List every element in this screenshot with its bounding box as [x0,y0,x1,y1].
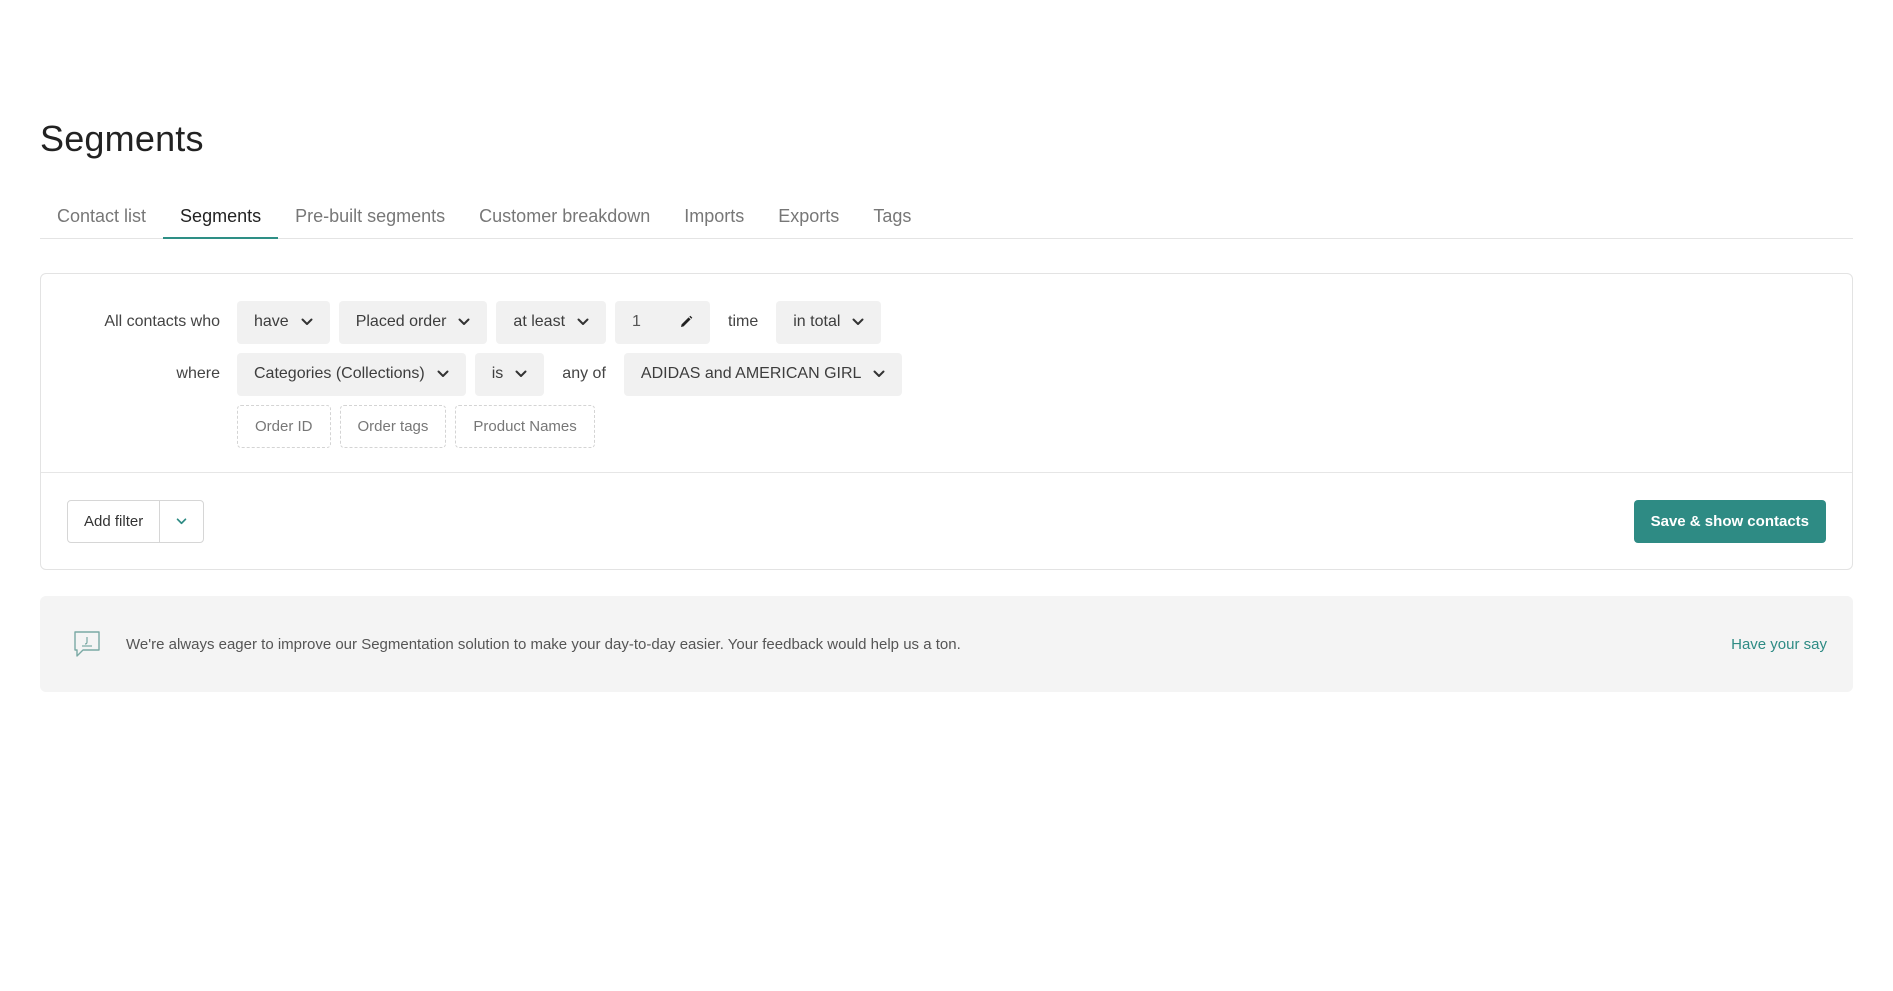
event-select[interactable]: Placed order [338,300,488,344]
segment-builder-footer: Add filter Save & show contacts [41,473,1852,569]
comparator-select-value: at least [513,313,566,330]
value-select-value: ADIDAS and AMERICAN GIRL [640,365,862,382]
segments-page: Segments Contact list Segments Pre-built… [0,0,1893,991]
page-title: Segments [40,118,204,159]
verb-select-value: have [254,313,289,330]
suggested-filters-row: Order ID Order tags Product Names [41,404,604,448]
tab-customer-breakdown[interactable]: Customer breakdown [462,196,667,239]
tab-segments[interactable]: Segments [163,196,279,239]
chevron-down-icon [437,370,449,378]
count-input[interactable]: 1 [615,300,711,344]
segment-builder-card: All contacts who have Placed order at le… [40,273,1853,570]
segment-conditions: All contacts who have Placed order at le… [41,274,1852,473]
tab-contact-list[interactable]: Contact list [40,196,163,239]
chevron-down-icon [873,370,885,378]
suggested-filter-order-tags[interactable]: Order tags [339,404,447,448]
comparator-select[interactable]: at least [496,300,607,344]
pencil-icon[interactable] [679,315,693,329]
save-show-contacts-button[interactable]: Save & show contacts [1633,500,1826,543]
suggested-filter-product-names[interactable]: Product Names [455,404,595,448]
condition-row-where: where Categories (Collections) is any of… [41,352,911,396]
condition-row-event: All contacts who have Placed order at le… [41,300,890,344]
connector-label: any of [562,365,606,382]
count-input-value: 1 [632,313,641,330]
chevron-down-icon [458,318,470,326]
property-select-value: Categories (Collections) [254,365,425,382]
period-select-value: in total [793,313,841,330]
unit-label: time [728,313,759,330]
operator-select-value: is [491,365,504,382]
feedback-banner: We're always eager to improve our Segmen… [40,596,1853,692]
suggested-filter-order-id[interactable]: Order ID [237,404,331,448]
operator-select[interactable]: is [474,352,545,396]
chevron-down-icon [301,318,313,326]
chevron-down-icon [577,318,589,326]
property-select[interactable]: Categories (Collections) [237,352,466,396]
have-your-say-link[interactable]: Have your say [1731,636,1827,653]
add-filter-button[interactable]: Add filter [68,501,161,542]
chevron-down-icon [176,518,187,525]
tab-bar: Contact list Segments Pre-built segments… [40,196,1853,239]
feedback-text: We're always eager to improve our Segmen… [126,635,961,653]
value-select[interactable]: ADIDAS and AMERICAN GIRL [623,352,903,396]
period-select[interactable]: in total [776,300,882,344]
condition-label: All contacts who [104,313,220,330]
tab-pre-built-segments[interactable]: Pre-built segments [278,196,462,239]
add-filter-dropdown-toggle[interactable] [160,501,203,542]
event-select-value: Placed order [355,313,447,330]
chevron-down-icon [515,370,527,378]
verb-select[interactable]: have [237,300,330,344]
feedback-icon [73,630,101,658]
where-label: where [176,365,220,382]
tab-imports[interactable]: Imports [667,196,761,239]
add-filter-split-button: Add filter [67,500,205,543]
chevron-down-icon [852,318,864,326]
tab-exports[interactable]: Exports [761,196,856,239]
tab-tags[interactable]: Tags [856,196,928,239]
